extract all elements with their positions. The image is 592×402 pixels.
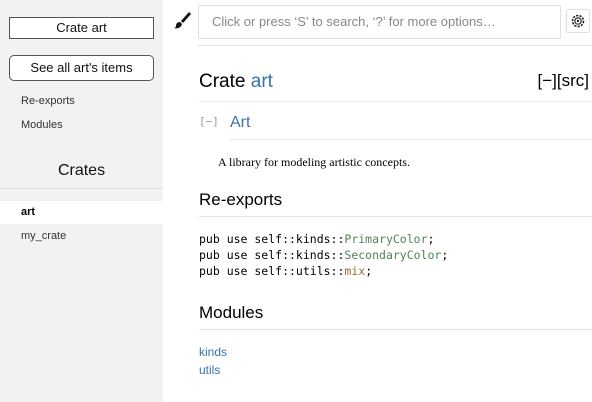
reexport-path: pub use self::kinds:: [199, 248, 345, 262]
reexport-link-secondarycolor[interactable]: SecondaryColor [344, 248, 441, 262]
reexports-list: pub use self::kinds::PrimaryColor; pub u… [199, 231, 448, 279]
src-link[interactable]: [src] [557, 71, 589, 90]
reexports-heading[interactable]: Re-exports [199, 190, 282, 210]
crate-description: A library for modeling artistic concepts… [218, 155, 410, 169]
crate-item-my-crate[interactable]: my_crate [0, 225, 163, 248]
reexport-link-mix[interactable]: mix [344, 264, 365, 278]
see-all-items-button[interactable]: See all art's items [9, 55, 154, 81]
module-link-kinds[interactable]: kinds [199, 345, 227, 359]
paintbrush-icon[interactable] [172, 10, 192, 30]
doc-heading-divider [230, 139, 592, 140]
sidebar-crate-title: Crate art [9, 17, 154, 39]
header-divider [198, 45, 592, 46]
doc-collapse-toggle[interactable]: [−] [199, 115, 219, 128]
modules-divider [199, 329, 592, 330]
reexports-divider [199, 216, 592, 217]
reexport-path: pub use self::utils:: [199, 264, 345, 278]
crate-name: art [250, 71, 273, 92]
search-input[interactable]: Click or press ‘S’ to search, ‘?’ for mo… [198, 5, 561, 39]
title-divider [199, 101, 592, 102]
crates-heading: Crates [57, 162, 106, 179]
reexport-item: pub use self::kinds::PrimaryColor; [199, 232, 435, 246]
doc-heading-art[interactable]: Art [230, 114, 250, 132]
reexport-link-primarycolor[interactable]: PrimaryColor [344, 232, 427, 246]
sidebar-link-reexports[interactable]: Re-exports [21, 95, 75, 107]
collapse-all-toggle[interactable]: [−] [538, 71, 557, 90]
reexport-item: pub use self::kinds::SecondaryColor; [199, 248, 449, 262]
reexport-item: pub use self::utils::mix; [199, 264, 373, 278]
title-prefix: Crate [199, 71, 251, 92]
reexport-path: pub use self::kinds:: [199, 232, 345, 246]
module-link-utils[interactable]: utils [199, 363, 220, 377]
crate-item-art[interactable]: art [0, 201, 163, 224]
sidebar-link-modules[interactable]: Modules [21, 119, 63, 131]
gear-icon[interactable] [566, 9, 590, 33]
modules-heading[interactable]: Modules [199, 303, 263, 323]
crates-divider [0, 188, 163, 189]
page-title: Crate art [199, 71, 273, 93]
sidebar: Crate art See all art's items Re-exports… [0, 0, 163, 402]
title-controls: [−][src] [538, 71, 589, 91]
